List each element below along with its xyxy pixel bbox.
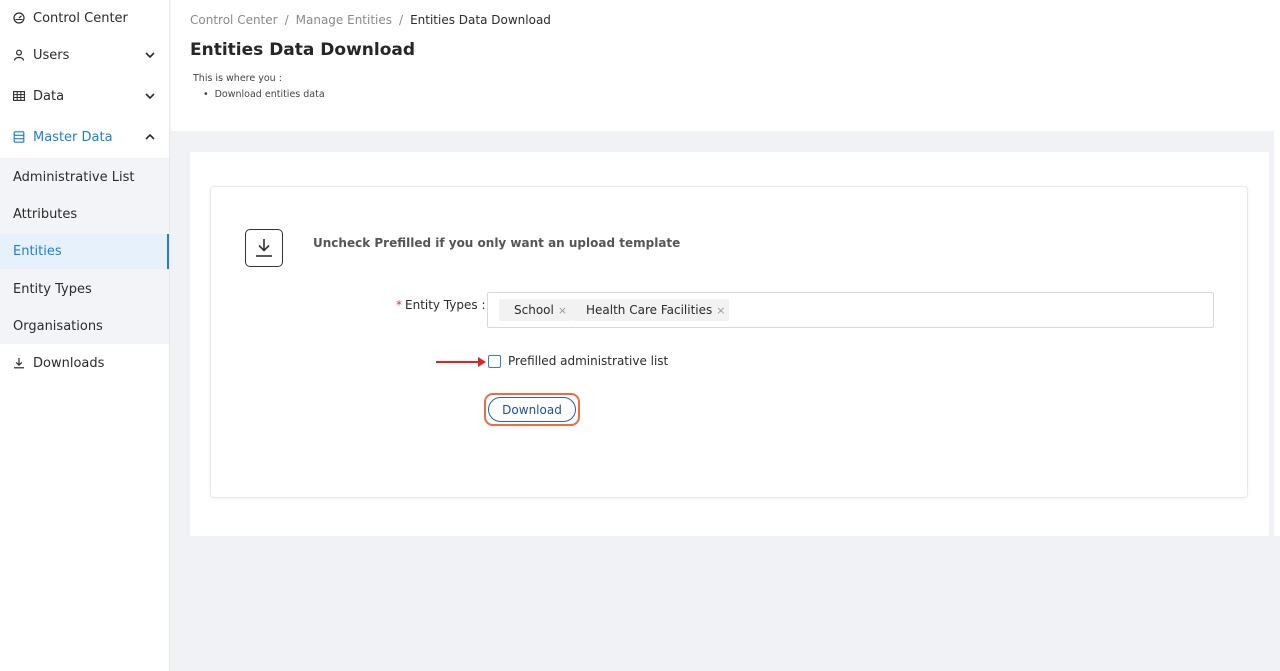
prefilled-checkbox-label[interactable]: Prefilled administrative list <box>508 354 668 368</box>
breadcrumb: Control Center / Manage Entities / Entities … <box>190 13 551 27</box>
sidebar-item-downloads[interactable]: Downloads <box>0 345 169 381</box>
entity-types-select[interactable]: School × Health Care Facilities × <box>487 292 1214 328</box>
user-icon <box>13 49 25 61</box>
sidebar: Control Center Users Data Master Data Ad… <box>0 0 170 671</box>
tag-label: Health Care Facilities <box>586 303 713 317</box>
breadcrumb-link-control-center[interactable]: Control Center <box>190 13 278 27</box>
database-icon <box>13 131 25 143</box>
breadcrumb-current: Entities Data Download <box>410 13 551 27</box>
page-intro-bullet: Download entities data <box>203 89 325 100</box>
chevron-down-icon <box>145 91 155 102</box>
entity-types-label: Entity Types : <box>405 298 486 312</box>
sidebar-item-entity-types[interactable]: Entity Types <box>0 271 169 307</box>
sidebar-item-label: Downloads <box>33 355 105 371</box>
chevron-down-icon <box>145 50 155 61</box>
download-box-icon <box>245 229 283 267</box>
tag-school: School × <box>499 299 572 321</box>
close-icon[interactable]: × <box>558 304 567 317</box>
breadcrumb-link-manage-entities[interactable]: Manage Entities <box>296 13 392 27</box>
annotation-arrow-head <box>478 357 486 367</box>
download-form-card <box>210 186 1248 498</box>
sidebar-item-organisations[interactable]: Organisations <box>0 308 169 344</box>
dashboard-icon <box>13 12 25 24</box>
page-title: Entities Data Download <box>190 40 416 60</box>
chevron-up-icon <box>145 132 155 143</box>
download-button[interactable]: Download <box>488 397 576 422</box>
download-icon <box>13 357 25 369</box>
scrollbar[interactable] <box>1274 0 1280 536</box>
form-hint: Uncheck Prefilled if you only want an up… <box>313 236 681 250</box>
close-icon[interactable]: × <box>716 304 725 317</box>
sidebar-item-label: Users <box>33 47 70 63</box>
sidebar-item-entities[interactable]: Entities <box>0 234 169 269</box>
table-icon <box>13 90 25 102</box>
page-intro: This is where you : <box>193 73 282 84</box>
prefilled-checkbox[interactable] <box>488 355 501 368</box>
sidebar-item-master-data[interactable]: Master Data <box>0 119 169 155</box>
breadcrumb-separator: / <box>284 13 289 27</box>
sidebar-item-administrative-list[interactable]: Administrative List <box>0 159 169 195</box>
sidebar-item-label: Master Data <box>33 129 113 145</box>
sidebar-item-label: Control Center <box>33 10 128 26</box>
sidebar-item-users[interactable]: Users <box>0 37 169 73</box>
tag-health-care-facilities: Health Care Facilities × <box>571 299 730 321</box>
sidebar-item-attributes[interactable]: Attributes <box>0 196 169 232</box>
annotation-arrow <box>436 361 480 363</box>
breadcrumb-separator: / <box>399 13 404 27</box>
required-marker: * <box>396 298 402 312</box>
sidebar-item-label: Data <box>33 88 65 104</box>
sidebar-item-control-center[interactable]: Control Center <box>0 0 169 36</box>
sidebar-item-data[interactable]: Data <box>0 78 169 114</box>
tag-label: School <box>514 303 554 317</box>
page-header: Control Center / Manage Entities / Entities … <box>171 0 1280 131</box>
